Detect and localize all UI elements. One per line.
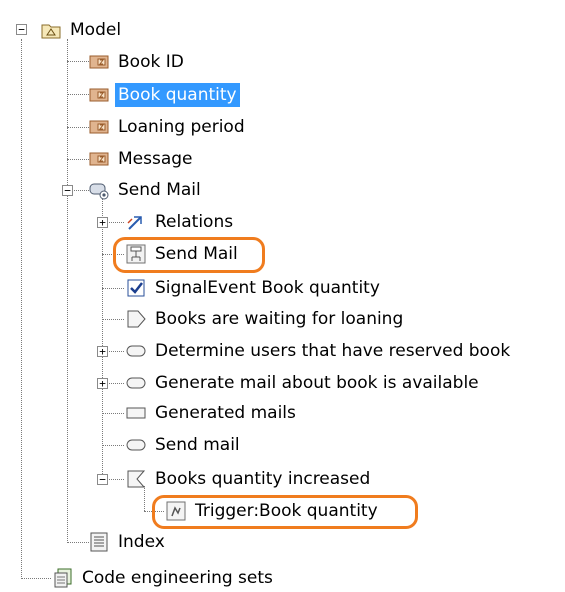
tree-line: [67, 94, 89, 95]
tree-node-signal-event[interactable]: SignalEvent Book quantity: [125, 274, 383, 302]
tree-node-label-selected: Book quantity: [115, 83, 240, 107]
tree-node-label: Send Mail: [118, 180, 201, 200]
tree-node-label: SignalEvent Book quantity: [155, 278, 380, 298]
expand-toggle-relations[interactable]: +: [97, 217, 108, 228]
relations-icon: [125, 211, 147, 233]
tree-node-trigger[interactable]: Trigger:Book quantity: [165, 497, 381, 525]
tree-line: [102, 198, 103, 480]
signal-event-checkbox-icon: [125, 277, 147, 299]
event-icon: [125, 468, 147, 490]
model-tree: − − + + + − Model Book ID Book quantity …: [0, 0, 565, 590]
tree-node-label: Send mail: [155, 435, 240, 455]
tree-line: [67, 127, 89, 128]
tree-line: [102, 319, 124, 320]
tree-line: [102, 254, 124, 255]
tree-line: [67, 39, 68, 541]
string-property-icon: [88, 84, 110, 106]
trigger-icon: [165, 500, 187, 522]
tree-node-message[interactable]: Message: [88, 145, 196, 173]
tree-node-label: Message: [118, 149, 193, 169]
tree-node-index[interactable]: Index: [88, 528, 168, 556]
tree-line: [67, 542, 89, 543]
tree-node-label: Loaning period: [118, 117, 245, 137]
tree-line: [21, 39, 22, 577]
tree-node-label: Model: [70, 20, 122, 40]
action-icon: [125, 372, 147, 394]
tree-node-label: Trigger:Book quantity: [195, 501, 378, 521]
action-icon: [125, 340, 147, 362]
tree-node-label: Generated mails: [155, 403, 296, 423]
tree-node-send-mail-diagram[interactable]: Send Mail: [125, 240, 241, 268]
string-property-icon: [88, 148, 110, 170]
tree-node-generated-mails[interactable]: Generated mails: [125, 399, 299, 427]
tree-node-books-waiting[interactable]: Books are waiting for loaning: [125, 305, 406, 333]
tree-line: [102, 445, 124, 446]
collapse-toggle-model[interactable]: −: [16, 24, 27, 35]
tree-node-label: Relations: [155, 212, 234, 232]
accept-event-icon: [125, 308, 147, 330]
tree-node-label: Index: [118, 532, 165, 552]
index-icon: [88, 531, 110, 553]
tree-node-label: Send Mail: [155, 244, 238, 264]
tree-node-books-quantity-increased[interactable]: Books quantity increased: [125, 465, 373, 493]
collapse-toggle-send-mail[interactable]: −: [62, 185, 73, 196]
tree-node-label: Books quantity increased: [155, 469, 371, 489]
tree-node-determine-users[interactable]: Determine users that have reserved book: [125, 337, 513, 365]
activity-icon: [88, 179, 110, 201]
tree-node-relations[interactable]: Relations: [125, 208, 236, 236]
object-node-icon: [125, 402, 147, 424]
tree-node-label: Code engineering sets: [82, 568, 273, 588]
collapse-toggle-books-quantity-increased[interactable]: −: [97, 474, 108, 485]
expand-toggle-determine-users[interactable]: +: [97, 346, 108, 357]
tree-node-model[interactable]: Model: [40, 16, 124, 44]
tree-line: [144, 511, 164, 512]
expand-toggle-generate-mail[interactable]: +: [97, 378, 108, 389]
tree-line: [102, 413, 124, 414]
string-property-icon: [88, 116, 110, 138]
tree-line: [67, 61, 89, 62]
tree-node-book-quantity[interactable]: Book quantity: [88, 81, 240, 109]
tree-node-send-mail-activity[interactable]: Send Mail: [88, 176, 204, 204]
model-package-icon: [40, 19, 62, 41]
code-engineering-icon: [52, 567, 74, 589]
tree-node-code-engineering-sets[interactable]: Code engineering sets: [52, 564, 276, 592]
tree-line: [67, 159, 89, 160]
tree-node-generate-mail[interactable]: Generate mail about book is available: [125, 369, 482, 397]
action-icon: [125, 434, 147, 456]
tree-node-send-mail-action[interactable]: Send mail: [125, 431, 243, 459]
tree-line: [102, 288, 124, 289]
tree-line: [21, 578, 51, 579]
tree-node-label: Books are waiting for loaning: [155, 309, 404, 329]
tree-node-label: Generate mail about book is available: [155, 373, 479, 393]
string-property-icon: [88, 51, 110, 73]
diagram-icon: [125, 243, 147, 265]
tree-node-book-id[interactable]: Book ID: [88, 48, 187, 76]
tree-node-label: Determine users that have reserved book: [155, 341, 511, 361]
tree-node-loaning-period[interactable]: Loaning period: [88, 113, 248, 141]
tree-node-label: Book ID: [118, 52, 184, 72]
